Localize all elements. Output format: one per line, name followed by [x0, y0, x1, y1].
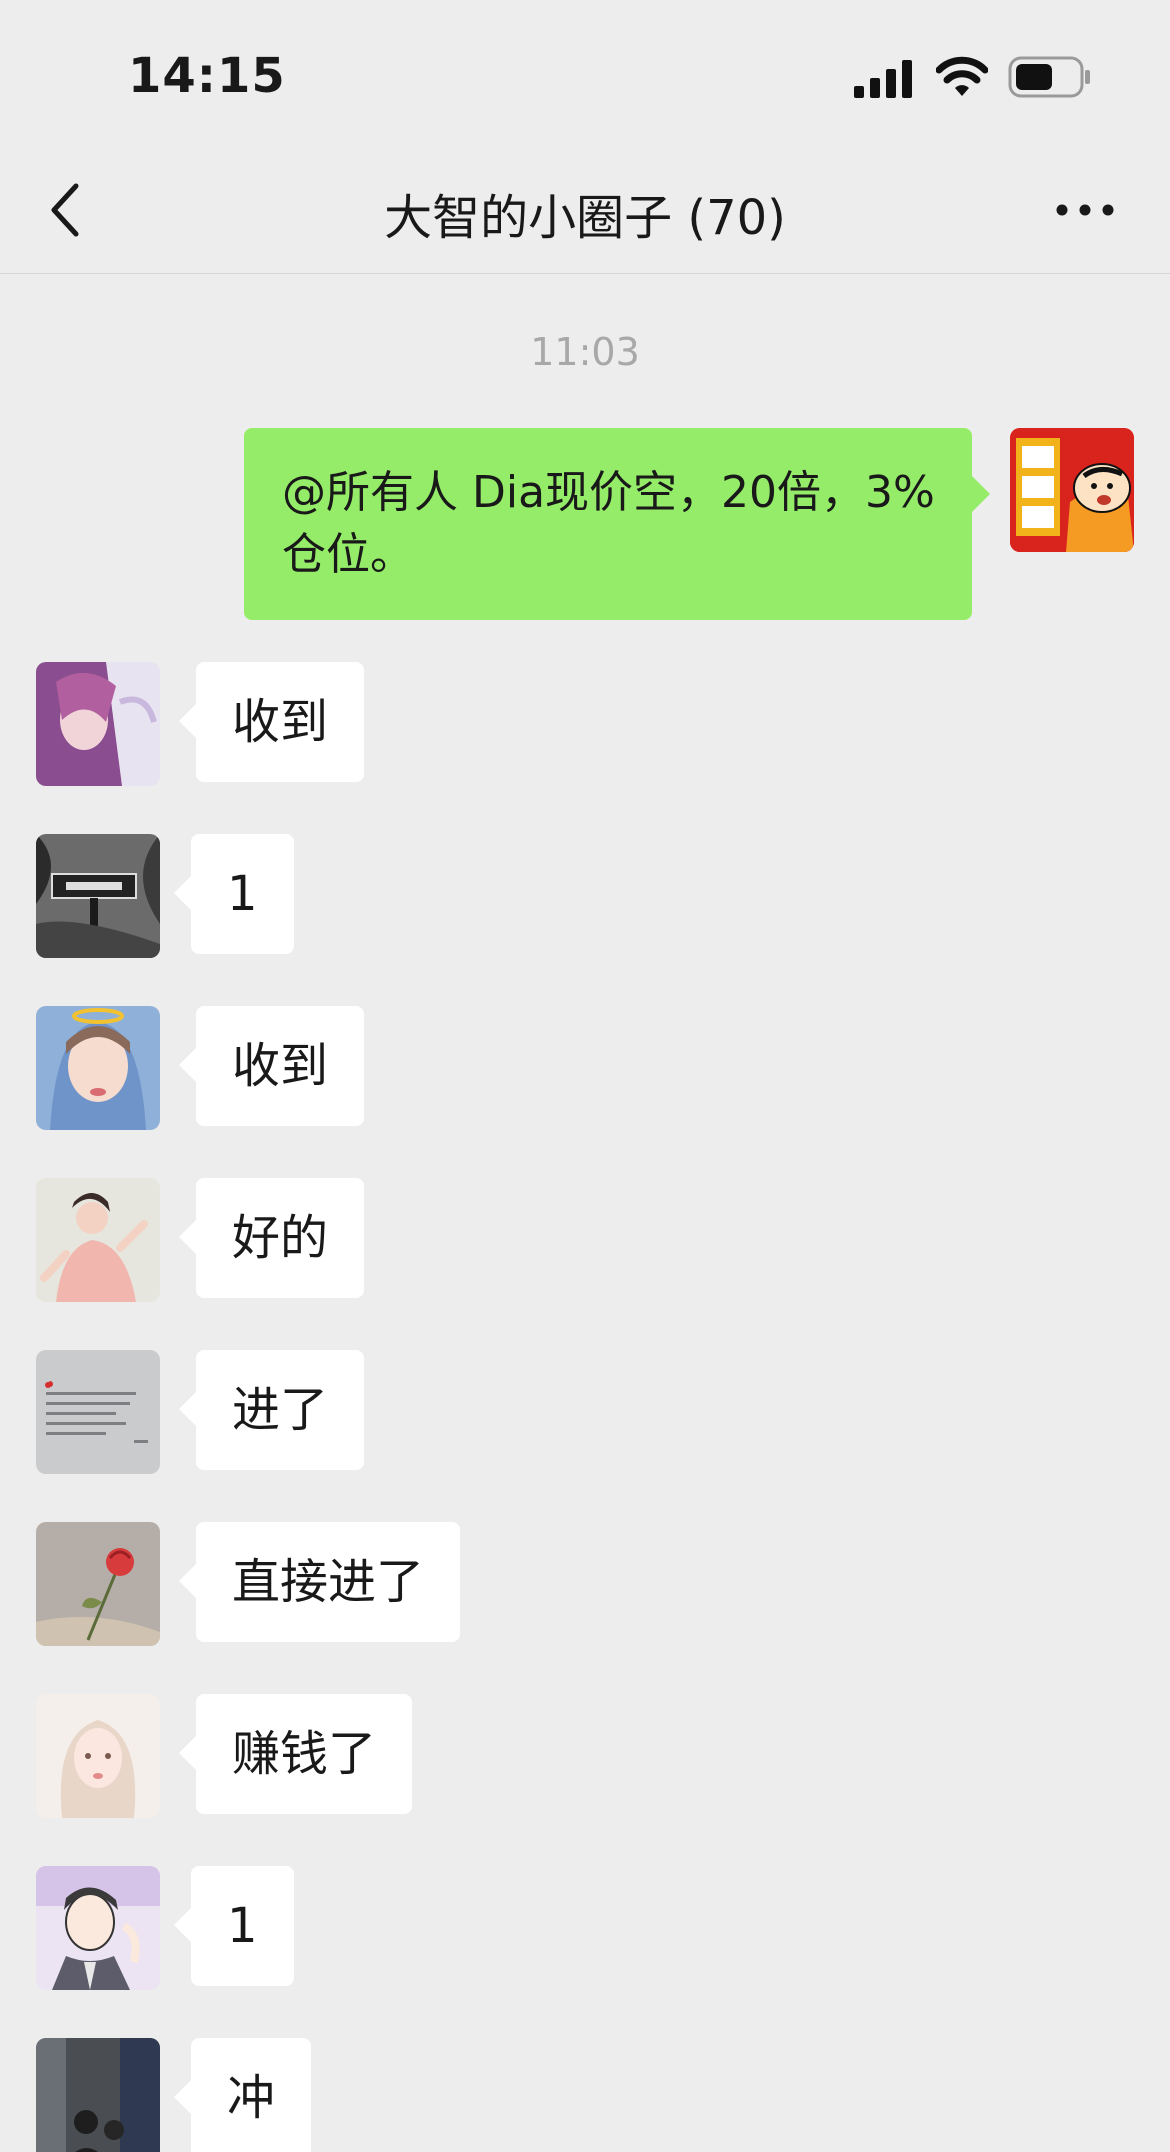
nav-bar: 大智的小圈子 (70) — [0, 150, 1170, 274]
halo-girl-avatar[interactable] — [36, 1006, 160, 1130]
message-bubble[interactable]: 1 — [174, 834, 294, 954]
message-row: 收到 — [0, 662, 1170, 786]
self-message-bubble[interactable]: @所有人 Dia现价空，20倍，3%仓位。 — [244, 428, 990, 620]
self-message-row: @所有人 Dia现价空，20倍，3%仓位。 — [0, 428, 1170, 620]
battery-icon — [1008, 56, 1090, 98]
message-bubble[interactable]: 冲 — [173, 2038, 312, 2152]
more-options-icon[interactable] — [1054, 190, 1116, 230]
cellular-signal-icon — [854, 60, 912, 98]
anime-man-avatar[interactable] — [36, 1866, 160, 1990]
status-time: 14:15 — [128, 48, 286, 104]
message-row: 赚钱了 — [0, 1694, 1170, 1818]
message-row: 收到 — [0, 1006, 1170, 1130]
chat-title: 大智的小圈子 (70) — [384, 190, 786, 246]
message-bubble[interactable]: 1 — [174, 1866, 294, 1986]
message-bubble[interactable]: 收到 — [178, 662, 365, 782]
message-row: 直接进了 — [0, 1522, 1170, 1646]
message-row: 冲 — [0, 2038, 1170, 2152]
message-row: 1 — [0, 1866, 1170, 1990]
message-row: 好的 — [0, 1178, 1170, 1302]
dancing-woman-avatar[interactable] — [36, 1178, 160, 1302]
illustrated-girl-avatar[interactable] — [36, 1694, 160, 1818]
purple-hair-girl-avatar[interactable] — [36, 662, 160, 786]
self-avatar[interactable] — [1010, 428, 1134, 552]
message-timestamp: 11:03 — [530, 330, 640, 374]
message-row: 进了 — [0, 1350, 1170, 1474]
message-bubble[interactable]: 赚钱了 — [178, 1694, 413, 1814]
wifi-icon — [936, 56, 988, 96]
street-photo-avatar[interactable] — [36, 2038, 160, 2152]
chat-screen: 14:15 大智的小圈子 (70) 11:03 @所有人 Dia现价空，20倍，… — [0, 0, 1170, 2152]
status-bar: 14:15 — [0, 0, 1170, 150]
rose-avatar[interactable] — [36, 1522, 160, 1646]
message-bubble[interactable]: 直接进了 — [178, 1522, 461, 1642]
text-note-avatar[interactable] — [36, 1350, 160, 1474]
message-bubble[interactable]: 进了 — [178, 1350, 365, 1470]
message-row: 1 — [0, 834, 1170, 958]
message-bubble[interactable]: 好的 — [178, 1178, 365, 1298]
street-sign-avatar[interactable] — [36, 834, 160, 958]
message-bubble[interactable]: 收到 — [178, 1006, 365, 1126]
